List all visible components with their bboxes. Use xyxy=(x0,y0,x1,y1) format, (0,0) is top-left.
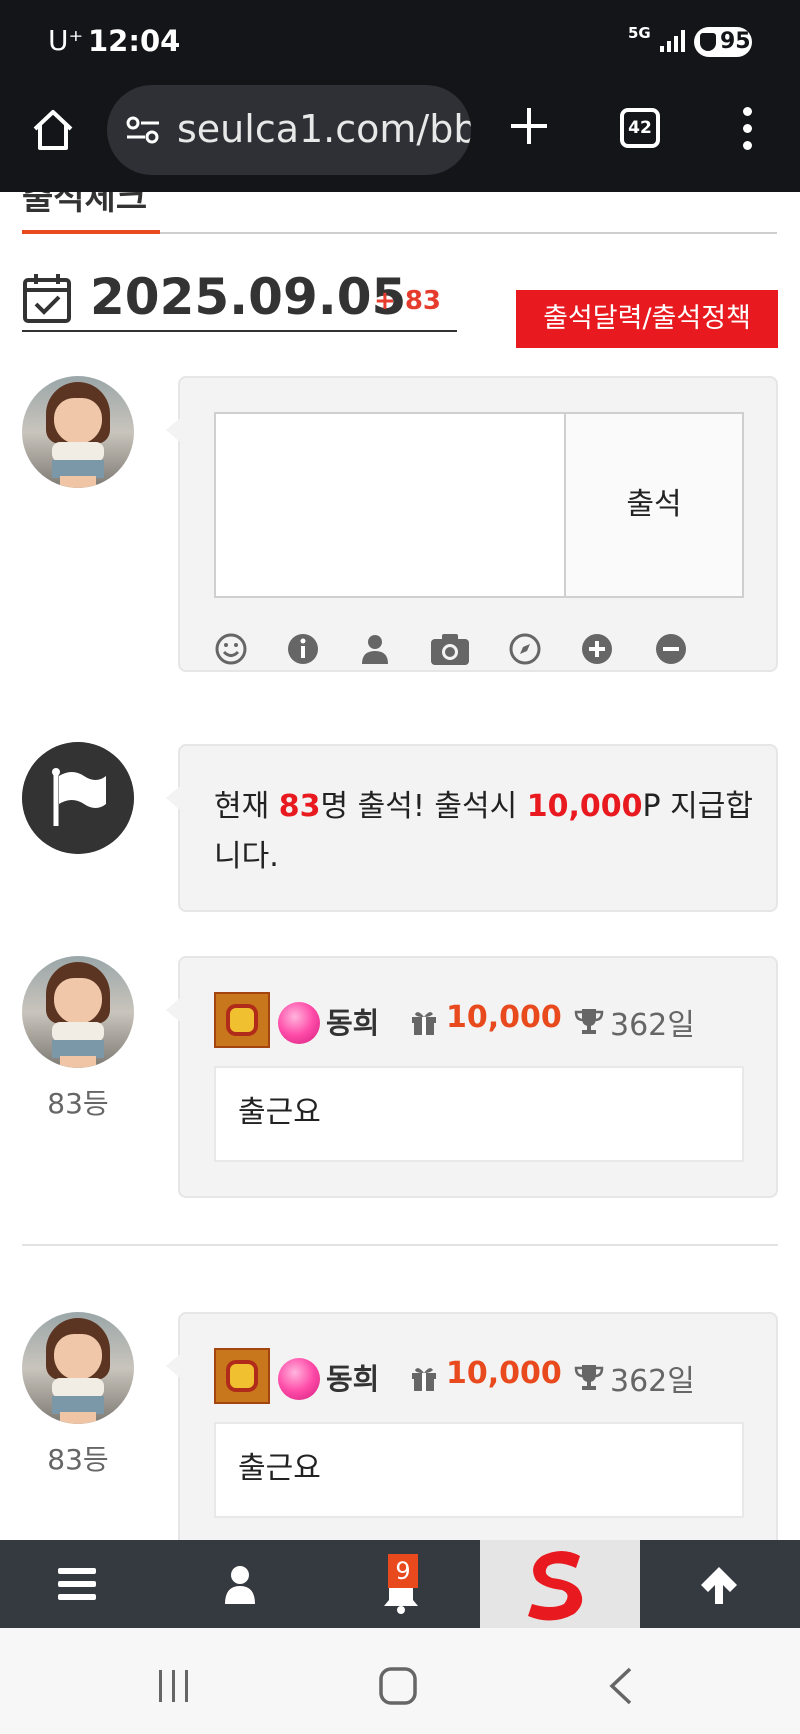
site-settings-icon[interactable] xyxy=(125,115,161,145)
attendance-policy-button[interactable]: 출석달력/출석정책 xyxy=(516,290,778,348)
url-text: seulca1.com/bb xyxy=(177,107,471,151)
active-tab-indicator xyxy=(22,230,160,234)
carrier-label: U⁺ xyxy=(48,24,84,57)
reward-points: 10,000 xyxy=(526,789,643,824)
attendance-form: 출석 xyxy=(166,376,778,672)
address-bar[interactable]: seulca1.com/bb xyxy=(107,85,471,175)
entry-user-line: 동희 10,000 362일 xyxy=(214,992,754,1050)
compass-icon[interactable] xyxy=(508,632,542,666)
system-home-icon[interactable] xyxy=(378,1666,418,1706)
avatar[interactable] xyxy=(22,1312,134,1424)
signal-icon xyxy=(660,30,686,52)
clock: 12:04 xyxy=(88,24,181,58)
bottom-nav: 9 xyxy=(0,1540,800,1628)
trophy-icon xyxy=(574,1365,604,1390)
notice-text: 현재 83명 출석! 출석시 10,000P 지급합니다. xyxy=(214,789,753,874)
page-content: 출석체크 2025.09.05 + 83 출석달력/출석정책 출석 현재 83명… xyxy=(0,192,800,1540)
avatar xyxy=(22,376,134,488)
section-tab-title[interactable]: 출석체크 xyxy=(22,192,147,219)
recent-apps-icon[interactable] xyxy=(156,1668,192,1704)
plus-circle-icon[interactable] xyxy=(580,632,614,666)
user-icon[interactable] xyxy=(358,632,392,666)
attendance-entry: 동희 10,000 362일 출근요 xyxy=(166,1312,778,1540)
entry-days: 362일 xyxy=(610,1008,695,1043)
username[interactable]: 동희 xyxy=(326,1356,379,1398)
level-icon xyxy=(214,992,270,1048)
trophy-icon xyxy=(574,1009,604,1034)
more-menu-icon[interactable] xyxy=(740,107,754,151)
attendance-delta: + 83 xyxy=(374,286,442,316)
gift-icon xyxy=(412,1012,436,1035)
emoji-icon[interactable] xyxy=(214,632,248,666)
form-toolbar xyxy=(214,632,694,672)
attendee-count: 83 xyxy=(278,789,321,824)
entry-divider xyxy=(22,1244,778,1246)
comment-textarea[interactable] xyxy=(214,412,566,598)
scroll-top-arrow-icon[interactable] xyxy=(698,1564,740,1606)
browser-toolbar: seulca1.com/bb 42 xyxy=(0,82,800,192)
hamburger-menu-icon[interactable] xyxy=(56,1566,98,1602)
site-logo[interactable] xyxy=(480,1540,640,1628)
gem-icon xyxy=(278,1358,320,1400)
username[interactable]: 동희 xyxy=(326,1000,379,1042)
notification-badge: 9 xyxy=(388,1554,418,1588)
home-icon[interactable] xyxy=(30,107,76,153)
logo-s-icon xyxy=(528,1551,583,1621)
date-header: 2025.09.05 + 83 xyxy=(22,268,457,332)
battery-level: 95 xyxy=(720,29,751,54)
flag-icon xyxy=(22,742,134,854)
attendance-notice: 현재 83명 출석! 출석시 10,000P 지급합니다. xyxy=(166,744,778,912)
system-nav-bar xyxy=(0,1628,800,1734)
user-icon[interactable] xyxy=(222,1564,258,1604)
attend-submit-button[interactable]: 출석 xyxy=(564,412,744,598)
shield-icon xyxy=(700,33,716,51)
gem-icon xyxy=(278,1002,320,1044)
tab-switcher-button[interactable]: 42 xyxy=(620,108,660,148)
camera-icon[interactable] xyxy=(430,632,470,666)
entry-message: 출근요 xyxy=(214,1422,744,1518)
rank-label: 83등 xyxy=(47,1087,109,1120)
calendar-check-icon xyxy=(23,274,71,323)
minus-circle-icon[interactable] xyxy=(654,632,688,666)
avatar[interactable] xyxy=(22,956,134,1068)
attendance-entry: 동희 10,000 362일 출근요 xyxy=(166,956,778,1198)
back-icon[interactable] xyxy=(606,1666,634,1706)
entry-days: 362일 xyxy=(610,1364,695,1399)
entry-user-line: 동희 10,000 362일 xyxy=(214,1348,754,1406)
rank-label: 83등 xyxy=(47,1443,109,1476)
battery-indicator: 95 xyxy=(694,27,752,57)
status-bar: U⁺ 12:04 5G 95 xyxy=(0,0,800,82)
entry-message: 출근요 xyxy=(214,1066,744,1162)
attendance-date: 2025.09.05 xyxy=(90,268,407,326)
new-tab-icon[interactable] xyxy=(507,104,551,148)
level-icon xyxy=(214,1348,270,1404)
entry-points: 10,000 xyxy=(446,1356,562,1391)
info-icon[interactable] xyxy=(286,632,320,666)
network-5g-icon: 5G xyxy=(628,24,651,42)
entry-points: 10,000 xyxy=(446,1000,562,1035)
gift-icon xyxy=(412,1368,436,1391)
